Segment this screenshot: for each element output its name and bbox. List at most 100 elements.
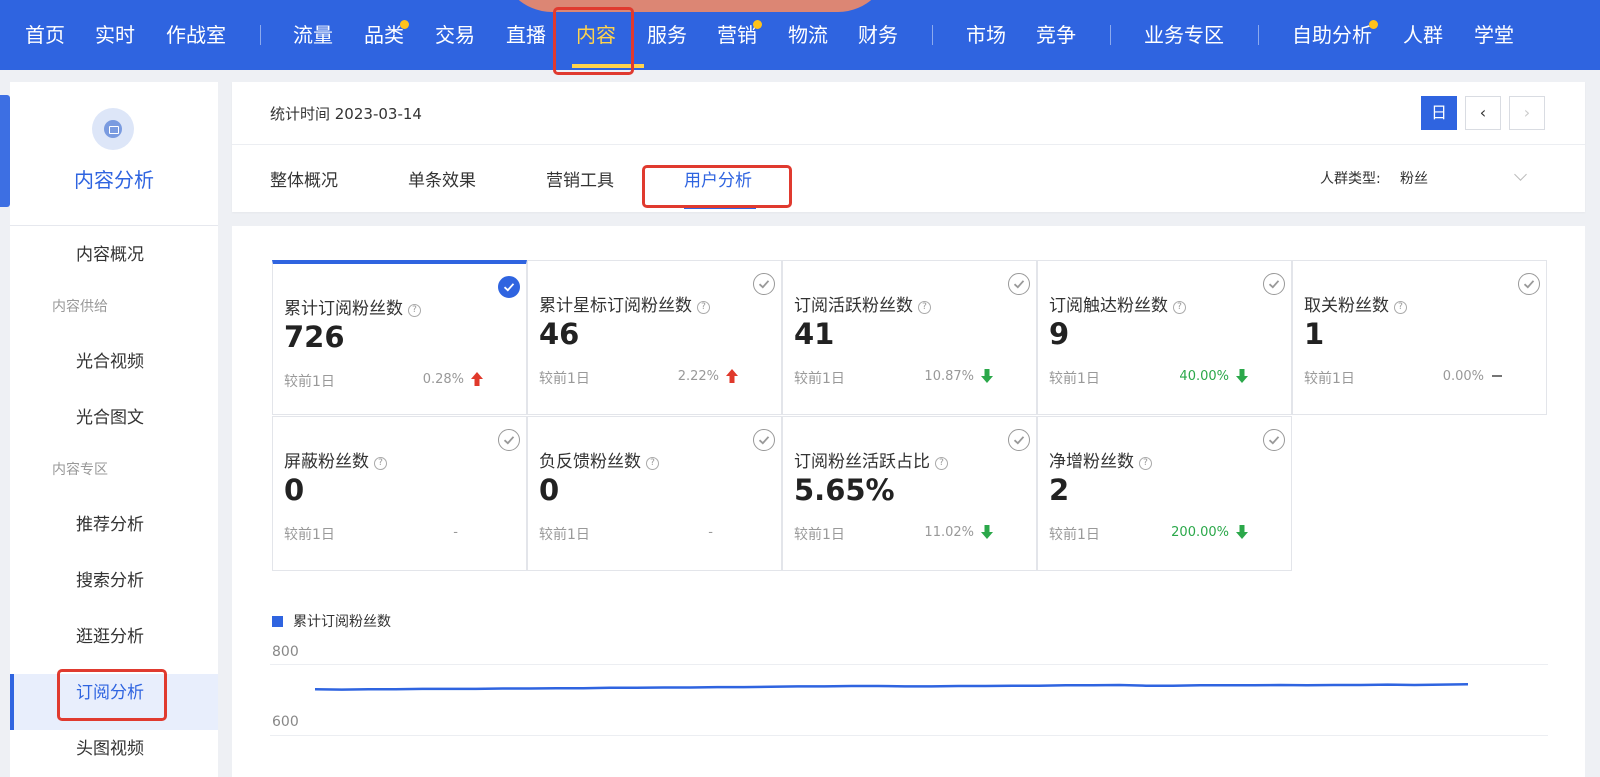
metric-card[interactable]: 净增粉丝数? 2 较前1日 200.00%	[1037, 416, 1292, 571]
arrow-up-icon	[724, 367, 740, 385]
nav-traffic[interactable]: 流量	[293, 20, 333, 50]
nav-crowd[interactable]: 人群	[1403, 20, 1443, 50]
check-circle-icon[interactable]	[753, 273, 775, 295]
day-button[interactable]: 日	[1421, 96, 1457, 130]
help-icon[interactable]: ?	[1173, 301, 1186, 314]
nav-market[interactable]: 市场	[966, 20, 1006, 50]
checked-circle-icon[interactable]	[498, 276, 520, 298]
help-icon[interactable]: ?	[918, 301, 931, 314]
help-icon[interactable]: ?	[646, 457, 659, 470]
nav-badge-dot	[1369, 20, 1378, 29]
sidebar-group-content-supply: 内容供给	[52, 299, 108, 315]
highlight-box-sidebar-subscription	[57, 669, 167, 721]
nav-academy[interactable]: 学堂	[1474, 20, 1514, 50]
nav-business-zone[interactable]: 业务专区	[1144, 20, 1224, 50]
nav-logistics[interactable]: 物流	[788, 20, 828, 50]
crowd-type-select[interactable]: 粉丝	[1400, 168, 1428, 188]
nav-category[interactable]: 品类	[364, 20, 404, 50]
metric-card[interactable]: 订阅粉丝活跃占比? 5.65% 较前1日 11.02%	[782, 416, 1037, 571]
help-icon[interactable]: ?	[935, 457, 948, 470]
metric-card[interactable]: 累计订阅粉丝数? 726 较前1日 0.28%	[272, 260, 527, 415]
help-icon[interactable]: ?	[1139, 457, 1152, 470]
check-circle-icon[interactable]	[1263, 273, 1285, 295]
metric-name: 屏蔽粉丝数?	[284, 447, 387, 472]
metric-name-text: 净增粉丝数	[1049, 452, 1134, 472]
help-icon[interactable]: ?	[408, 304, 421, 317]
highlight-box-tab-user-analysis	[642, 165, 792, 208]
metric-card[interactable]: 屏蔽粉丝数? 0 较前1日 -	[272, 416, 527, 571]
prev-day-button[interactable]: ‹	[1465, 96, 1501, 130]
check-circle-icon[interactable]	[1008, 273, 1030, 295]
metric-name-text: 负反馈粉丝数	[539, 452, 641, 472]
metric-value: 0	[284, 473, 305, 507]
tab-marketing-tools[interactable]: 营销工具	[546, 166, 614, 191]
arrow-down-icon	[1234, 367, 1250, 385]
metric-compare-label: 较前1日	[794, 371, 845, 387]
metrics-panel: 累计订阅粉丝数? 726 较前1日 0.28% 累计星标订阅粉丝数? 46 较前1日 2.22…	[232, 226, 1585, 777]
arrow-down-icon	[1234, 523, 1250, 541]
metric-name: 取关粉丝数?	[1304, 291, 1407, 316]
metric-name-text: 累计星标订阅粉丝数	[539, 296, 692, 316]
check-circle-icon[interactable]	[753, 429, 775, 451]
metric-name-text: 订阅触达粉丝数	[1049, 296, 1168, 316]
help-icon[interactable]: ?	[697, 301, 710, 314]
chart-legend[interactable]: 累计订阅粉丝数	[272, 611, 391, 631]
header-divider	[232, 144, 1585, 145]
nav-home[interactable]: 首页	[25, 20, 65, 50]
metric-value: 0	[539, 473, 560, 507]
metric-name: 订阅触达粉丝数?	[1049, 291, 1186, 316]
sidebar-item-search-analysis[interactable]: 搜索分析	[76, 566, 144, 591]
metric-value: 726	[284, 320, 345, 354]
metric-card[interactable]: 订阅活跃粉丝数? 41 较前1日 10.87%	[782, 260, 1037, 415]
metric-name-text: 取关粉丝数	[1304, 296, 1389, 316]
nav-separator	[1258, 25, 1259, 45]
help-icon[interactable]: ?	[374, 457, 387, 470]
highlight-box-nav-content	[553, 7, 634, 75]
metric-card[interactable]: 累计星标订阅粉丝数? 46 较前1日 2.22%	[527, 260, 782, 415]
metric-compare-label: 较前1日	[1049, 527, 1100, 543]
nav-finance[interactable]: 财务	[858, 20, 898, 50]
content-analysis-icon	[92, 108, 134, 150]
tab-overview[interactable]: 整体概况	[270, 166, 338, 191]
next-day-button[interactable]: ›	[1509, 96, 1545, 130]
check-circle-icon[interactable]	[1263, 429, 1285, 451]
sidebar-item-main-video[interactable]: 头图视频	[76, 734, 144, 759]
metric-value: 1	[1304, 317, 1325, 351]
nav-self-analysis[interactable]: 自助分析	[1292, 20, 1372, 50]
metric-card[interactable]: 取关粉丝数? 1 较前1日 0.00%	[1292, 260, 1547, 415]
nav-competition[interactable]: 竞争	[1036, 20, 1076, 50]
metric-name-text: 订阅粉丝活跃占比	[794, 452, 930, 472]
metric-card[interactable]: 负反馈粉丝数? 0 较前1日 -	[527, 416, 782, 571]
sidebar-item-video[interactable]: 光合视频	[76, 347, 144, 372]
metric-change: -	[708, 525, 713, 540]
metric-change: 0.28%	[422, 372, 464, 387]
metric-card[interactable]: 订阅触达粉丝数? 9 较前1日 40.00%	[1037, 260, 1292, 415]
metric-value: 41	[794, 317, 835, 351]
nav-separator	[1110, 25, 1111, 45]
metric-value: 9	[1049, 317, 1070, 351]
sidebar-title: 内容分析	[74, 168, 154, 192]
line-chart[interactable]	[270, 646, 1550, 776]
chevron-down-icon[interactable]	[1514, 168, 1527, 181]
nav-service[interactable]: 服务	[647, 20, 687, 50]
check-circle-icon[interactable]	[1008, 429, 1030, 451]
tab-single-effect[interactable]: 单条效果	[408, 166, 476, 191]
sidebar-item-article[interactable]: 光合图文	[76, 403, 144, 428]
help-icon[interactable]: ?	[1394, 301, 1407, 314]
check-circle-icon[interactable]	[498, 429, 520, 451]
check-circle-icon[interactable]	[1518, 273, 1540, 295]
crowd-type-label: 人群类型:	[1320, 171, 1381, 187]
nav-realtime[interactable]: 实时	[95, 20, 135, 50]
header-card: 统计时间 2023-03-14 日 ‹ › 整体概况 单条效果 营销工具 用户分…	[232, 82, 1585, 212]
metric-change: -	[453, 525, 458, 540]
nav-live[interactable]: 直播	[506, 20, 546, 50]
metric-name: 负反馈粉丝数?	[539, 447, 659, 472]
nav-war-room[interactable]: 作战室	[166, 20, 226, 50]
sidebar-item-recommend-analysis[interactable]: 推荐分析	[76, 510, 144, 535]
sidebar-item-browse-analysis[interactable]: 逛逛分析	[76, 622, 144, 647]
nav-separator	[932, 25, 933, 45]
nav-marketing[interactable]: 营销	[717, 20, 757, 50]
metric-compare-label: 较前1日	[1049, 371, 1100, 387]
nav-trade[interactable]: 交易	[435, 20, 475, 50]
sidebar-item-content-overview[interactable]: 内容概况	[76, 240, 144, 265]
